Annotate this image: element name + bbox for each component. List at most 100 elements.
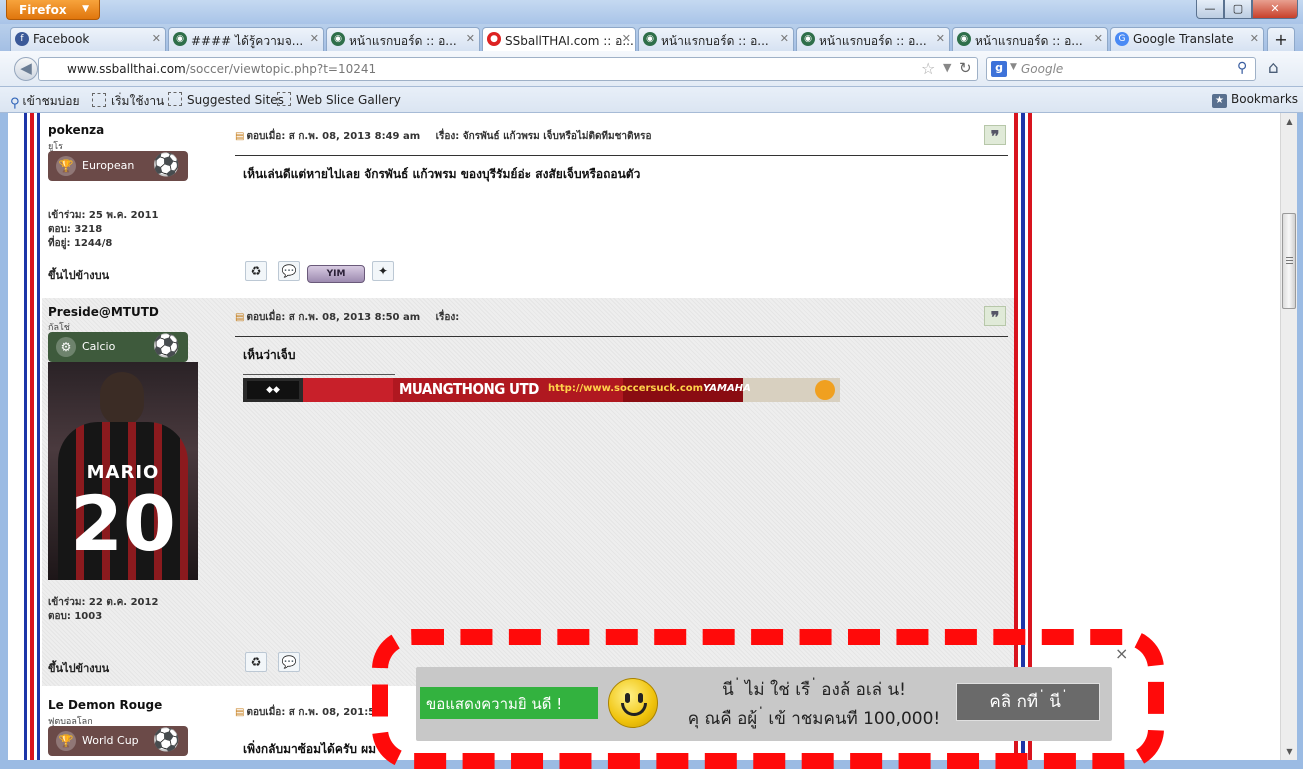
rank-badge-label: World Cup (82, 734, 139, 747)
page-icon (277, 92, 291, 106)
tab-label: SSballTHAI.com :: อ... (505, 34, 634, 48)
minimize-button[interactable]: — (1196, 0, 1224, 19)
profile-icon[interactable]: ♻ (245, 261, 267, 281)
star-icon: ★ (1212, 94, 1227, 108)
site-icon: ◉ (331, 32, 345, 46)
serie-a-emblem-icon: ⚙ (56, 337, 76, 357)
rank-badge: 🏆 World Cup ⚽ (48, 726, 188, 756)
tab-forum-2[interactable]: ◉ หน้าแรกบอร์ด :: อ... ✕ (326, 27, 480, 51)
chevron-down-icon: ▼ (82, 4, 89, 14)
new-tab-button[interactable]: + (1267, 27, 1295, 51)
tab-google-translate[interactable]: G Google Translate ✕ (1110, 27, 1264, 51)
search-input[interactable]: Google (1021, 62, 1063, 76)
rank-badge-label: Calcio (82, 340, 116, 353)
bookmark-label: Suggested Sites (187, 93, 284, 107)
mascot-icon (815, 380, 835, 400)
quote-button[interactable]: ❞ (984, 125, 1006, 146)
vertical-scrollbar[interactable]: ▲ ▼ (1280, 113, 1297, 760)
url-bar[interactable]: www.ssballthai.com/soccer/viewtopic.php?… (38, 57, 978, 81)
rank-badge-label: European (82, 159, 135, 172)
facebook-icon: f (15, 32, 29, 46)
quote-button[interactable]: ❞ (984, 306, 1006, 327)
page-icon (92, 93, 106, 107)
msn-icon[interactable]: ✦ (372, 261, 394, 281)
ad-banner[interactable]: ขอแสดงความยิ นดี ! นี ่ ไม่ ใช่ เรื ่ อง… (416, 667, 1112, 741)
close-window-button[interactable]: ✕ (1252, 0, 1298, 19)
back-to-top-link[interactable]: ขึ้นไปข้างบน (48, 659, 109, 677)
scroll-up-arrow-icon[interactable]: ▲ (1281, 113, 1298, 130)
scrollbar-thumb[interactable] (1282, 213, 1296, 309)
private-message-icon[interactable]: 💬 (278, 261, 300, 281)
post-body: เห็นว่าเจ็บ (243, 348, 296, 362)
bookmarks-menu-button[interactable]: ★ Bookmarks (1212, 92, 1298, 108)
google-translate-icon: G (1115, 32, 1129, 46)
google-search-engine-icon[interactable]: g (991, 61, 1007, 77)
url-text[interactable]: www.ssballthai.com/soccer/viewtopic.php?… (67, 62, 376, 76)
bookmark-star-icon[interactable]: ☆ (921, 59, 935, 78)
ad-subheadline: คุ ณคื อผู้ ่ เข้ าชมคนที 100,000! (687, 709, 941, 729)
ad-click-here-button[interactable]: คลิ กที ่ นี ่ (956, 683, 1100, 721)
maximize-button[interactable]: ▢ (1224, 0, 1252, 19)
post-meta: ▤ ตอบเมื่อ: ส ก.พ. 08, 2013 8:49 am เรื่อ… (235, 129, 651, 144)
tab-ssballthai-active[interactable]: ● SSballTHAI.com :: อ... ✕ (482, 27, 636, 52)
post-time: ตอบเมื่อ: ส ก.พ. 08, 201 (246, 707, 365, 718)
tab-forum-4[interactable]: ◉ หน้าแรกบอร์ด :: อ... ✕ (796, 27, 950, 51)
back-to-top-link[interactable]: ขึ้นไปข้างบน (48, 266, 109, 284)
post-author[interactable]: pokenza (48, 123, 104, 137)
close-tab-icon[interactable]: ✕ (622, 32, 631, 45)
bookmark-getting-started[interactable]: เริ่มใช้งาน (92, 92, 164, 111)
tab-forum-3[interactable]: ◉ หน้าแรกบอร์ด :: อ... ✕ (638, 27, 794, 51)
close-tab-icon[interactable]: ✕ (1250, 32, 1259, 45)
tab-forum-5[interactable]: ◉ หน้าแรกบอร์ด :: อ... ✕ (952, 27, 1108, 51)
post-time: ตอบเมื่อ: ส ก.พ. 08, 2013 8:49 am (246, 131, 421, 142)
smiley-eye (638, 693, 643, 703)
post-row: pokenza ยูโร 🏆 European ⚽ เข้าร่วม: 25 พ… (42, 113, 1014, 298)
post-body: เพิ่งกลับมาซ้อมได้ครับ ผม (243, 742, 377, 756)
close-tab-icon[interactable]: ✕ (152, 32, 161, 45)
close-tab-icon[interactable]: ✕ (936, 32, 945, 45)
site-icon: ◉ (643, 32, 657, 46)
reload-icon[interactable]: ↻ (959, 59, 972, 77)
firefox-menu-label: Firefox (19, 3, 67, 17)
bookmark-web-slice-gallery[interactable]: Web Slice Gallery (277, 92, 401, 107)
bookmark-label: Web Slice Gallery (296, 93, 401, 107)
post-author[interactable]: Preside@MTUTD (48, 305, 159, 319)
back-button[interactable]: ◀ (14, 57, 38, 81)
post-meta: ▤ ตอบเมื่อ: ส ก.พ. 08, 2013 8:50 am เรื่อ… (235, 310, 459, 325)
close-tab-icon[interactable]: ✕ (310, 32, 319, 45)
bookmarks-menu-label: Bookmarks (1231, 92, 1299, 106)
smiley-mouth (621, 703, 647, 716)
thai-flag-stripe-left (24, 113, 40, 760)
post-row: Preside@MTUTD กัลโช่ ⚙ Calcio ⚽ MARIO 20… (42, 298, 1014, 686)
grip-icon (1286, 257, 1293, 265)
most-visited-icon: ⚲ (10, 96, 20, 111)
profile-icon[interactable]: ♻ (245, 652, 267, 672)
history-dropdown-icon[interactable]: ▼ (943, 61, 951, 74)
tab-facebook[interactable]: f Facebook ✕ (10, 27, 166, 51)
private-message-icon[interactable]: 💬 (278, 652, 300, 672)
yim-button[interactable]: YIM (307, 265, 365, 283)
post-time: ตอบเมื่อ: ส ก.พ. 08, 2013 8:50 am (246, 312, 421, 323)
post-author[interactable]: Le Demon Rouge (48, 698, 162, 712)
bookmark-suggested-sites[interactable]: Suggested Sites (168, 92, 284, 107)
url-domain: www.ssballthai.com (67, 62, 186, 76)
bookmarks-toolbar: ⚲ เข้าชมบ่อย เริ่มใช้งาน Suggested Sites … (0, 87, 1303, 113)
firefox-menu-button[interactable]: Firefox ▼ (6, 0, 100, 20)
close-tab-icon[interactable]: ✕ (780, 32, 789, 45)
scroll-down-arrow-icon[interactable]: ▼ (1281, 743, 1298, 760)
magnifier-search-icon[interactable]: ⚲ (1237, 60, 1247, 76)
post-meta: ▤ ตอบเมื่อ: ส ก.พ. 08, 201:53 (235, 705, 382, 720)
home-icon[interactable]: ⌂ (1268, 58, 1279, 78)
trophy-icon: 🏆 (56, 156, 76, 176)
joined-date: เข้าร่วม: 22 ต.ค. 2012 (48, 597, 159, 608)
search-bar[interactable]: g ▼ Google ⚲ (986, 57, 1256, 81)
ad-popup[interactable]: ขอแสดงความยิ นดี ! นี ่ ไม่ ใช่ เรื ่ อง… (372, 629, 1164, 769)
post-subject: เรื่อง: (435, 312, 460, 323)
bookmark-most-visited[interactable]: ⚲ เข้าชมบ่อย (10, 92, 79, 111)
tab-label: หน้าแรกบอร์ด :: อ... (819, 34, 927, 48)
close-tab-icon[interactable]: ✕ (1094, 32, 1103, 45)
close-ad-icon[interactable]: × (1115, 644, 1128, 663)
close-tab-icon[interactable]: ✕ (466, 32, 475, 45)
chevron-down-icon[interactable]: ▼ (1010, 62, 1017, 72)
tab-forum-1[interactable]: ◉ #### ได้รู้ความจ... ✕ (168, 27, 324, 51)
